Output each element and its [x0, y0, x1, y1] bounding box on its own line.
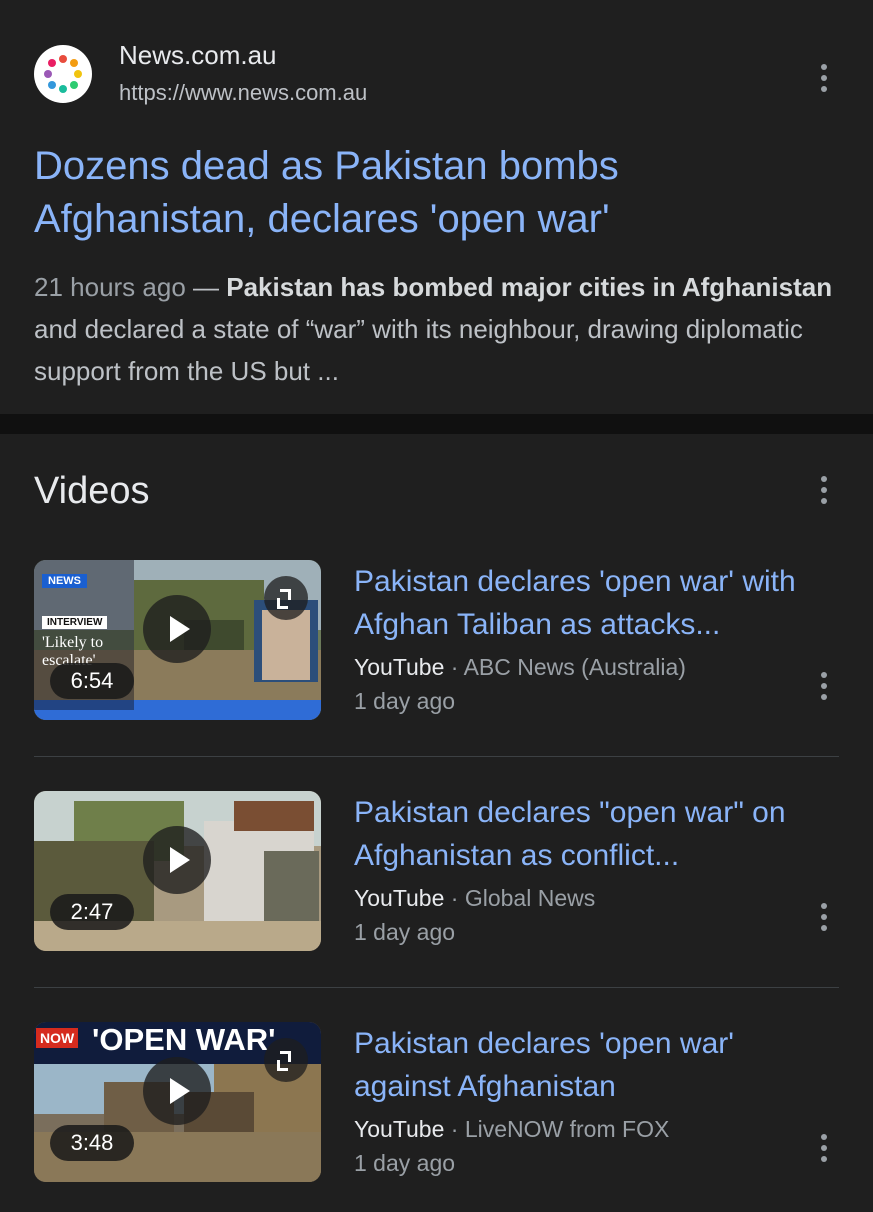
site-url[interactable]: https://www.news.com.au — [119, 80, 367, 106]
section-divider — [0, 414, 873, 434]
expand-icon[interactable] — [264, 576, 308, 620]
video-duration: 2:47 — [50, 894, 134, 930]
snippet-text: and declared a state of “war” with its n… — [34, 314, 803, 386]
video-more-options-icon[interactable] — [814, 897, 834, 937]
site-name[interactable]: News.com.au — [119, 40, 277, 71]
expand-icon[interactable] — [264, 1038, 308, 1082]
site-favicon-icon[interactable] — [34, 45, 92, 103]
result-more-options-icon[interactable] — [814, 58, 834, 98]
video-title-link[interactable]: Pakistan declares 'open war' with Afghan… — [354, 560, 839, 646]
video-thumbnail[interactable]: 2:47 — [34, 791, 321, 951]
video-title-link[interactable]: Pakistan declares 'open war' against Afg… — [354, 1022, 839, 1108]
result-date: 21 hours ago — [34, 272, 186, 302]
video-platform: YouTube — [354, 885, 445, 911]
video-date: 1 day ago — [354, 919, 456, 945]
video-thumbnail[interactable]: NEWS INTERVIEW 'Likely to escalate' 6:54 — [34, 560, 321, 720]
source-separator: · — [444, 1116, 465, 1142]
video-source: YouTube · Global News — [354, 885, 595, 912]
favicon-dots-icon — [44, 55, 82, 93]
video-channel: LiveNOW from FOX — [464, 1116, 670, 1142]
snippet-dash: — — [185, 272, 227, 302]
thumb-caption: 'OPEN WAR' — [92, 1022, 276, 1057]
video-title-link[interactable]: Pakistan declares "open war" on Afghanis… — [354, 791, 839, 877]
video-platform: YouTube — [354, 654, 445, 680]
result-snippet: 21 hours ago — Pakistan has bombed major… — [34, 266, 844, 392]
source-separator: · — [444, 885, 465, 911]
thumb-interview-tag: INTERVIEW — [42, 616, 108, 629]
video-item[interactable]: NEWS INTERVIEW 'Likely to escalate' 6:54… — [0, 560, 873, 750]
video-source: YouTube · ABC News (Australia) — [354, 654, 686, 681]
video-more-options-icon[interactable] — [814, 1128, 834, 1168]
videos-section-title: Videos — [34, 470, 150, 512]
videos-more-options-icon[interactable] — [814, 470, 834, 510]
play-icon[interactable] — [143, 826, 211, 894]
video-more-options-icon[interactable] — [814, 666, 834, 706]
video-date: 1 day ago — [354, 1150, 456, 1176]
video-item[interactable]: 2:47 Pakistan declares "open war" on Afg… — [0, 791, 873, 981]
source-separator: · — [444, 654, 464, 680]
video-duration: 3:48 — [50, 1125, 134, 1161]
thumb-now-badge: NOW — [36, 1028, 79, 1048]
result-headline-link[interactable]: Dozens dead as Pakistan bombs Afghanista… — [34, 140, 834, 246]
video-thumbnail[interactable]: NOW 'OPEN WAR' 3:48 — [34, 1022, 321, 1182]
video-platform: YouTube — [354, 1116, 445, 1142]
video-date: 1 day ago — [354, 688, 456, 714]
play-icon[interactable] — [143, 1057, 211, 1125]
video-duration: 6:54 — [50, 663, 134, 699]
video-channel: Global News — [464, 885, 596, 911]
play-icon[interactable] — [143, 595, 211, 663]
video-item[interactable]: NOW 'OPEN WAR' 3:48 Pakistan declares 'o… — [0, 1022, 873, 1212]
video-divider — [34, 987, 839, 988]
video-divider — [34, 756, 839, 757]
thumb-news-badge: NEWS — [42, 574, 87, 588]
snippet-bold-text: Pakistan has bombed major cities in Afgh… — [226, 272, 833, 302]
video-source: YouTube · LiveNOW from FOX — [354, 1116, 669, 1143]
video-channel: ABC News (Australia) — [463, 654, 686, 680]
